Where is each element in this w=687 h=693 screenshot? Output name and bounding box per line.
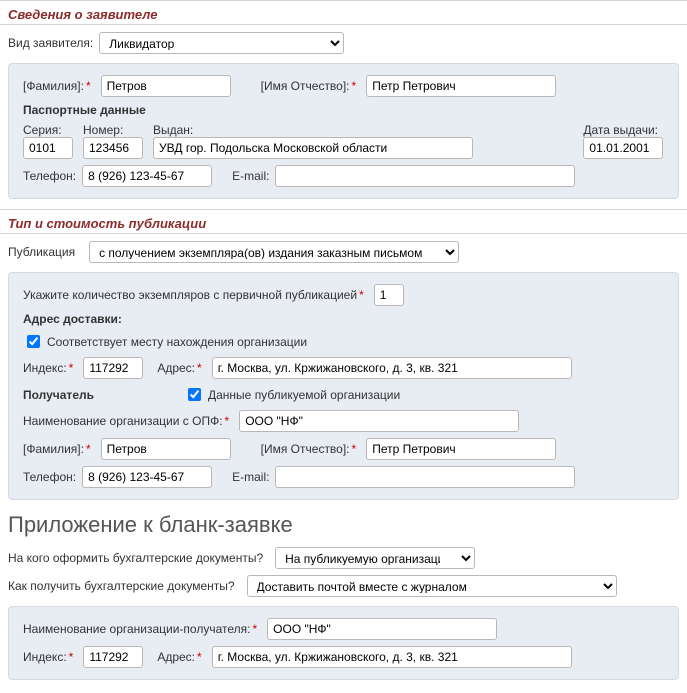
section-header-applicant: Сведения о заявителе <box>0 0 687 25</box>
publication-select[interactable]: с получением экземпляра(ов) издания зака… <box>89 241 459 263</box>
copies-label: Укажите количество экземпляров с первичн… <box>23 288 368 302</box>
pub-org-checkbox[interactable] <box>188 388 201 401</box>
applicant-name-input[interactable] <box>366 75 556 97</box>
recip-email-label: E-mail: <box>232 470 269 484</box>
deliv-index-input[interactable] <box>83 357 143 379</box>
recip-name-input[interactable] <box>366 438 556 460</box>
nomer-label: Номер: <box>83 123 123 137</box>
applicant-fam-label: [Фамилия]:* <box>23 79 95 93</box>
attachment-panel: Наименование организации-получателя:* Ин… <box>8 606 679 680</box>
publication-panel: Укажите количество экземпляров с первичн… <box>8 272 679 500</box>
attachment-heading: Приложение к бланк-заявке <box>8 512 679 538</box>
deliv-index-label: Индекс:* <box>23 361 77 375</box>
recip-fam-input[interactable] <box>101 438 231 460</box>
applicant-type-label: Вид заявителя: <box>8 36 93 50</box>
delivery-header: Адрес доставки: <box>15 309 672 329</box>
attach-org-input[interactable] <box>267 618 497 640</box>
recip-email-input[interactable] <box>275 466 575 488</box>
same-org-checkbox[interactable] <box>27 335 40 348</box>
deliv-addr-label: Адрес:* <box>157 361 205 375</box>
data-input[interactable] <box>583 137 663 159</box>
q1-select[interactable]: На публикуемую организацию <box>275 547 475 569</box>
applicant-fam-input[interactable] <box>101 75 231 97</box>
publication-label: Публикация <box>8 245 75 259</box>
q1-label: На кого оформить бухгалтерские документы… <box>8 551 263 565</box>
attach-index-label: Индекс:* <box>23 650 77 664</box>
recip-tel-label: Телефон: <box>23 470 76 484</box>
attach-addr-input[interactable] <box>212 646 572 668</box>
org-opf-label: Наименование организации с ОПФ:* <box>23 414 233 428</box>
applicant-panel: [Фамилия]:* [Имя Отчество]:* Паспортные … <box>8 63 679 199</box>
recip-tel-input[interactable] <box>82 466 212 488</box>
nomer-input[interactable] <box>83 137 143 159</box>
attach-index-input[interactable] <box>83 646 143 668</box>
org-opf-input[interactable] <box>239 410 519 432</box>
pub-org-label: Данные публикуемой организации <box>208 388 400 402</box>
section-header-publication: Тип и стоимость публикации <box>0 209 687 234</box>
applicant-email-label: E-mail: <box>232 169 269 183</box>
copies-input[interactable] <box>374 284 404 306</box>
deliv-addr-input[interactable] <box>212 357 572 379</box>
applicant-type-select[interactable]: Ликвидатор <box>99 32 344 54</box>
same-org-label: Соответствует месту нахождения организац… <box>47 335 307 349</box>
recip-name-label: [Имя Отчество]:* <box>261 442 361 456</box>
data-label: Дата выдачи: <box>583 123 658 137</box>
q2-label: Как получить бухгалтерские документы? <box>8 579 235 593</box>
applicant-name-label: [Имя Отчество]:* <box>261 79 361 93</box>
recip-fam-label: [Фамилия]:* <box>23 442 95 456</box>
q2-select[interactable]: Доставить почтой вместе с журналом <box>247 575 617 597</box>
applicant-tel-label: Телефон: <box>23 169 76 183</box>
vydan-label: Выдан: <box>153 123 193 137</box>
applicant-email-input[interactable] <box>275 165 575 187</box>
recipient-header: Получатель <box>23 388 94 402</box>
seria-input[interactable] <box>23 137 73 159</box>
seria-label: Серия: <box>23 123 62 137</box>
applicant-tel-input[interactable] <box>82 165 212 187</box>
attach-addr-label: Адрес:* <box>157 650 205 664</box>
passport-header: Паспортные данные <box>15 100 672 120</box>
attach-org-label: Наименование организации-получателя:* <box>23 622 261 636</box>
vydan-input[interactable] <box>153 137 473 159</box>
